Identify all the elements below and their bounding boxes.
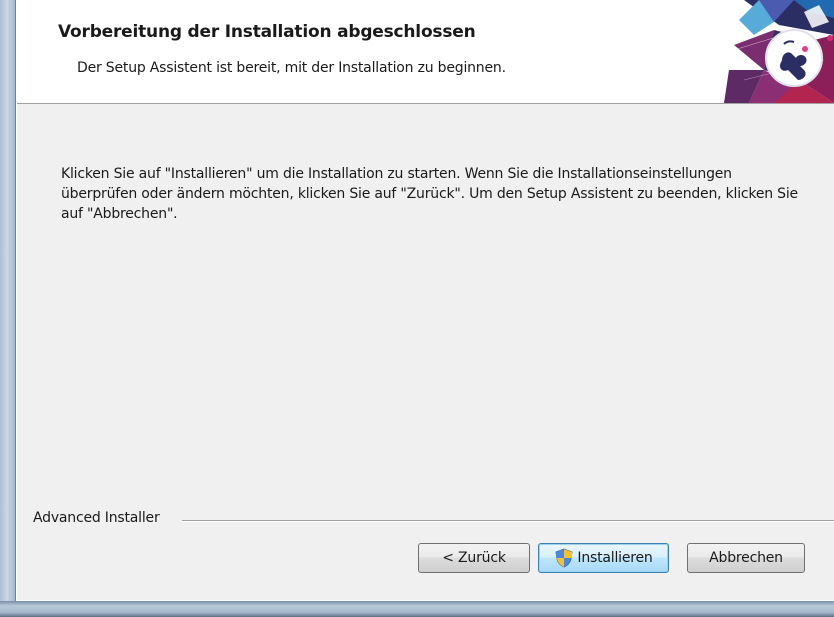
uac-shield-icon [555,548,573,568]
back-button-label: < Zurück [442,550,506,566]
brand-label: Advanced Installer [33,510,166,526]
setup-dialog: Vorbereitung der Installation abgeschlos… [0,0,834,617]
back-button[interactable]: < Zurück [418,543,530,573]
cancel-button[interactable]: Abbrechen [687,543,805,573]
install-button-label: Installieren [577,550,653,566]
window-frame-bottom [0,601,834,617]
header-title: Vorbereitung der Installation abgeschlos… [58,22,476,42]
branding-separator: Advanced Installer [17,510,834,530]
header-subtitle: Der Setup Assistent ist bereit, mit der … [77,60,506,76]
setup-puzzle-graphic-icon [724,0,834,103]
window-frame-left [0,0,16,617]
install-button[interactable]: Installieren [538,543,669,573]
instructions-text: Klicken Sie auf "Installieren" um die In… [61,166,798,222]
separator-line [182,520,834,522]
dialog-header: Vorbereitung der Installation abgeschlos… [17,0,834,104]
cancel-button-label: Abbrechen [709,550,783,566]
